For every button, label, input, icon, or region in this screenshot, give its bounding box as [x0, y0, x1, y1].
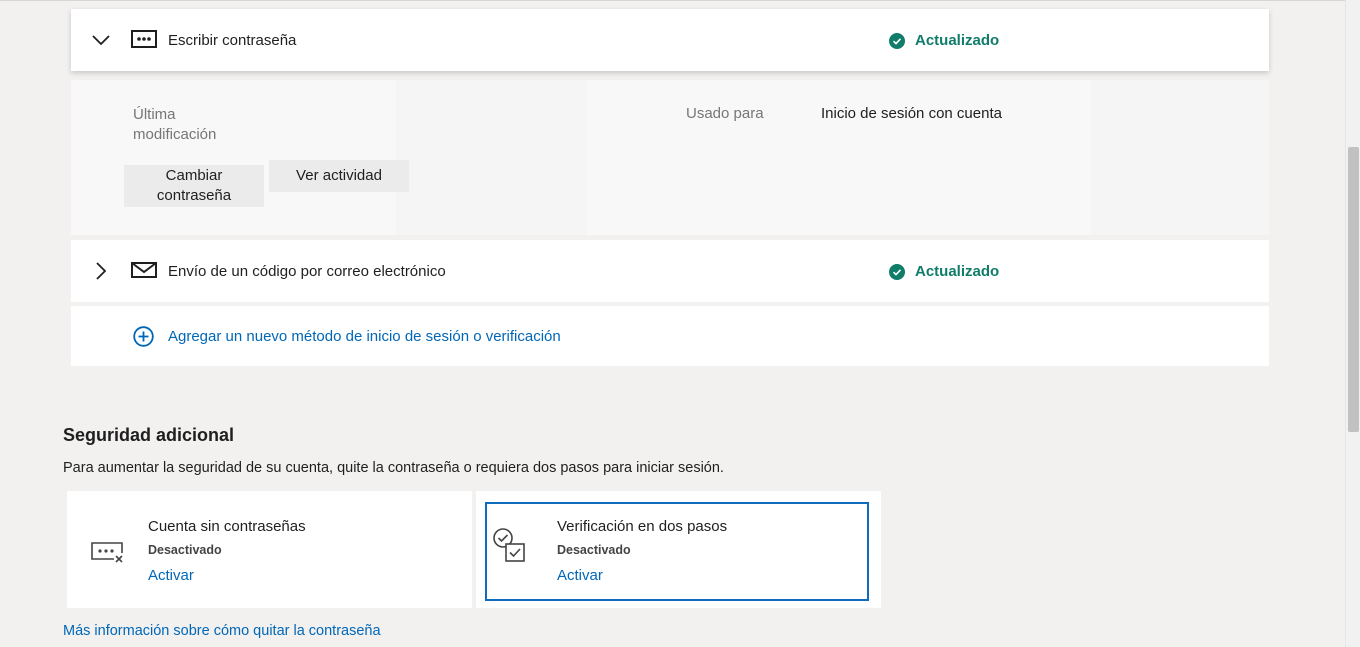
vertical-scrollbar[interactable]: [1345, 0, 1360, 647]
option-title: Verificación en dos pasos: [557, 518, 728, 535]
panel-stripe: [396, 80, 586, 235]
add-circle-icon[interactable]: [133, 326, 154, 347]
used-for-label: Usado para: [686, 105, 764, 122]
panel-stripe: [1091, 80, 1269, 235]
option-title: Cuenta sin contraseñas: [148, 518, 306, 535]
more-info-link[interactable]: Más información sobre cómo quitar la con…: [63, 623, 381, 639]
password-details-panel: Última modificación Usado para Inicio de…: [71, 80, 1269, 235]
status-text: Actualizado: [915, 263, 1000, 280]
used-for-value: Inicio de sesión con cuenta: [821, 105, 1002, 122]
status-text: Actualizado: [915, 32, 1000, 49]
method-title: Envío de un código por correo electrónic…: [168, 263, 446, 280]
two-step-verification-icon: [492, 527, 526, 563]
option-card-passwordless[interactable]: Cuenta sin contraseñas Desactivado Activ…: [67, 491, 472, 608]
focus-ring: [485, 502, 869, 601]
option-status: Desactivado: [148, 543, 222, 557]
method-status: Actualizado: [889, 263, 999, 280]
section-description: Para aumentar la seguridad de su cuenta,…: [63, 460, 724, 476]
view-activity-button[interactable]: Ver actividad: [269, 160, 409, 192]
option-card-two-step[interactable]: Verificación en dos pasos Desactivado Ac…: [476, 491, 881, 608]
checkmark-circle-icon: [889, 263, 905, 280]
scrollbar-thumb[interactable]: [1348, 147, 1359, 432]
passwordless-icon: [90, 539, 124, 567]
option-status: Desactivado: [557, 543, 631, 557]
activate-two-step-link[interactable]: Activar: [557, 567, 603, 584]
section-title: Seguridad adicional: [63, 425, 235, 445]
method-status: Actualizado: [889, 32, 999, 49]
chevron-right-icon[interactable]: [91, 261, 111, 281]
checkmark-circle-icon: [889, 32, 905, 49]
change-password-button[interactable]: Cambiar contraseña: [124, 165, 264, 207]
add-method-row[interactable]: Agregar un nuevo método de inicio de ses…: [71, 306, 1269, 366]
last-modified-label: Última modificación: [133, 106, 217, 143]
password-dots-icon: [131, 29, 157, 49]
envelope-icon: [131, 260, 157, 280]
method-title: Escribir contraseña: [168, 32, 297, 49]
add-method-link[interactable]: Agregar un nuevo método de inicio de ses…: [168, 328, 561, 345]
chevron-down-icon[interactable]: [91, 30, 111, 50]
method-row-password[interactable]: Escribir contraseña Actualizado: [71, 9, 1269, 71]
method-row-email[interactable]: Envío de un código por correo electrónic…: [71, 240, 1269, 302]
top-divider: [0, 0, 1345, 1]
activate-passwordless-link[interactable]: Activar: [148, 567, 194, 584]
